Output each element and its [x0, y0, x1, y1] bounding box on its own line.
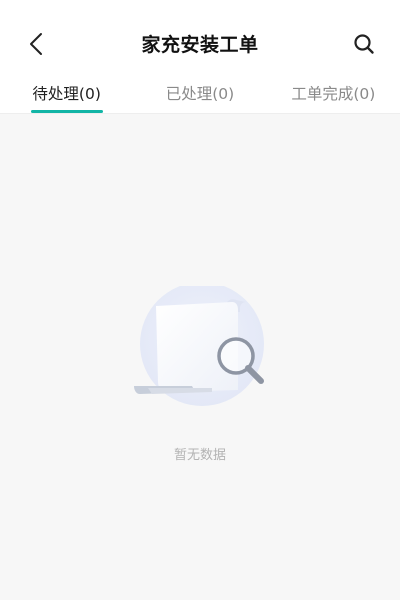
- tab-completed[interactable]: 工单完成(0): [267, 72, 400, 113]
- search-button[interactable]: [348, 28, 380, 60]
- tab-processed[interactable]: 已处理(0): [133, 72, 266, 113]
- tab-pending[interactable]: 待处理(0): [0, 72, 133, 113]
- tab-pending-label: 待处理(0): [32, 85, 101, 103]
- tab-completed-label: 工单完成(0): [291, 85, 376, 103]
- status-tabs: 待处理(0) 已处理(0) 工单完成(0): [0, 72, 400, 114]
- page-title: 家充安装工单: [141, 34, 259, 56]
- empty-state: 暂无数据: [0, 114, 400, 600]
- tab-processed-label: 已处理(0): [165, 85, 235, 103]
- app-root: 家充安装工单 待处理(0) 已处理(0) 工单完成(0) 暂无数据: [0, 0, 400, 600]
- search-icon: [354, 34, 374, 54]
- empty-message: 暂无数据: [173, 448, 226, 463]
- document-search-icon: [134, 286, 264, 406]
